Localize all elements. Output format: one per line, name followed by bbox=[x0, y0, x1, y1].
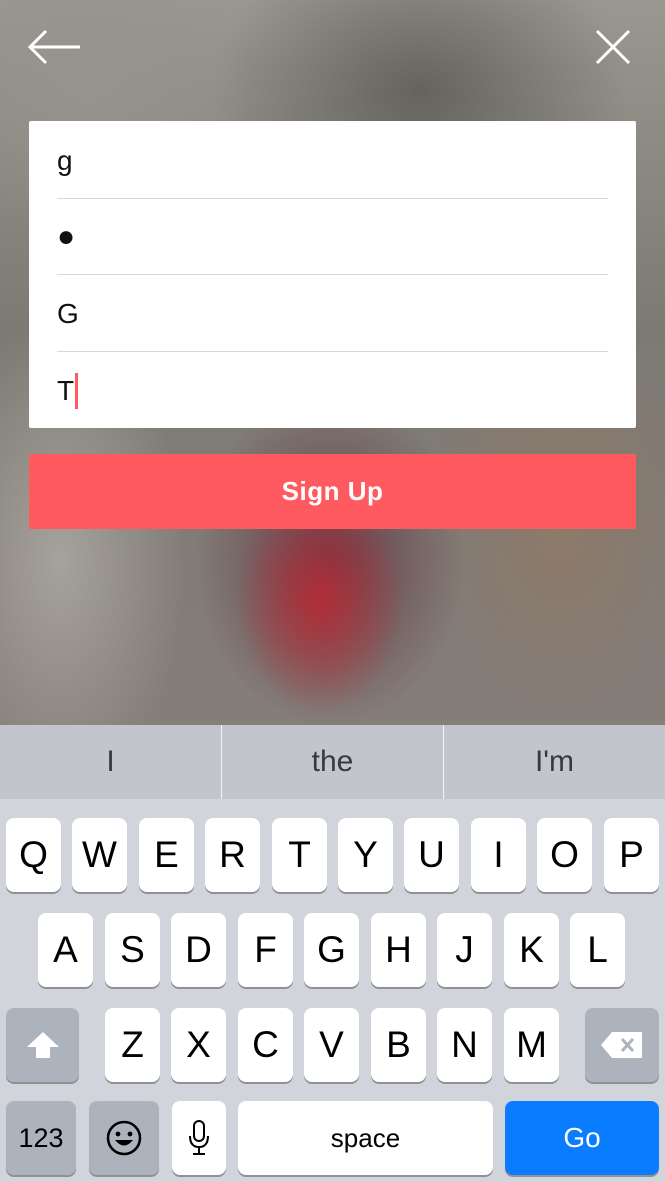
suggestion-bar: I the I'm bbox=[0, 725, 665, 799]
key-l[interactable]: L bbox=[570, 913, 625, 987]
first-field-value: g bbox=[57, 144, 73, 176]
key-d[interactable]: D bbox=[171, 913, 226, 987]
go-key[interactable]: Go bbox=[505, 1101, 659, 1175]
shift-icon bbox=[26, 1032, 59, 1058]
back-button[interactable] bbox=[24, 22, 84, 72]
first-field[interactable]: g bbox=[57, 123, 608, 199]
delete-icon bbox=[601, 1032, 642, 1058]
keyboard: I the I'm Q W E R T Y U I O P A S D F G … bbox=[0, 725, 665, 1182]
close-icon bbox=[595, 29, 631, 65]
shift-key[interactable] bbox=[6, 1008, 79, 1082]
key-b[interactable]: B bbox=[371, 1008, 426, 1082]
key-q[interactable]: Q bbox=[6, 818, 61, 892]
delete-key[interactable] bbox=[585, 1008, 659, 1082]
key-m[interactable]: M bbox=[504, 1008, 559, 1082]
key-h[interactable]: H bbox=[371, 913, 426, 987]
key-k[interactable]: K bbox=[504, 913, 559, 987]
back-arrow-icon bbox=[27, 29, 80, 65]
key-v[interactable]: V bbox=[304, 1008, 359, 1082]
emoji-icon bbox=[106, 1120, 142, 1156]
sign-up-button[interactable]: Sign Up bbox=[29, 454, 636, 529]
key-a[interactable]: A bbox=[38, 913, 93, 987]
third-field[interactable]: G bbox=[57, 276, 608, 352]
close-button[interactable] bbox=[583, 22, 643, 72]
key-c[interactable]: C bbox=[238, 1008, 293, 1082]
third-field-value: G bbox=[57, 297, 79, 329]
key-f[interactable]: F bbox=[238, 913, 293, 987]
key-g[interactable]: G bbox=[304, 913, 359, 987]
key-i[interactable]: I bbox=[471, 818, 526, 892]
suggestion-item[interactable]: the bbox=[221, 725, 444, 799]
emoji-key[interactable] bbox=[89, 1101, 159, 1175]
key-e[interactable]: E bbox=[139, 818, 194, 892]
key-r[interactable]: R bbox=[205, 818, 260, 892]
key-w[interactable]: W bbox=[72, 818, 127, 892]
key-x[interactable]: X bbox=[171, 1008, 226, 1082]
key-z[interactable]: Z bbox=[105, 1008, 160, 1082]
key-j[interactable]: J bbox=[437, 913, 492, 987]
password-field-value: ● bbox=[57, 219, 76, 253]
password-field[interactable]: ● bbox=[57, 199, 608, 275]
fourth-field-value: T bbox=[57, 375, 75, 406]
fourth-field[interactable]: T bbox=[57, 353, 608, 429]
key-u[interactable]: U bbox=[404, 818, 459, 892]
microphone-key[interactable] bbox=[172, 1101, 226, 1175]
suggestion-item[interactable]: I'm bbox=[444, 725, 665, 799]
key-t[interactable]: T bbox=[272, 818, 327, 892]
suggestion-item[interactable]: I bbox=[0, 725, 221, 799]
numbers-key[interactable]: 123 bbox=[6, 1101, 76, 1175]
text-caret bbox=[75, 373, 79, 409]
key-s[interactable]: S bbox=[105, 913, 160, 987]
space-key[interactable]: space bbox=[238, 1101, 493, 1175]
signup-form: g ● G T bbox=[29, 121, 636, 428]
key-p[interactable]: P bbox=[604, 818, 659, 892]
microphone-icon bbox=[189, 1120, 209, 1155]
key-o[interactable]: O bbox=[537, 818, 592, 892]
key-n[interactable]: N bbox=[437, 1008, 492, 1082]
key-y[interactable]: Y bbox=[338, 818, 393, 892]
